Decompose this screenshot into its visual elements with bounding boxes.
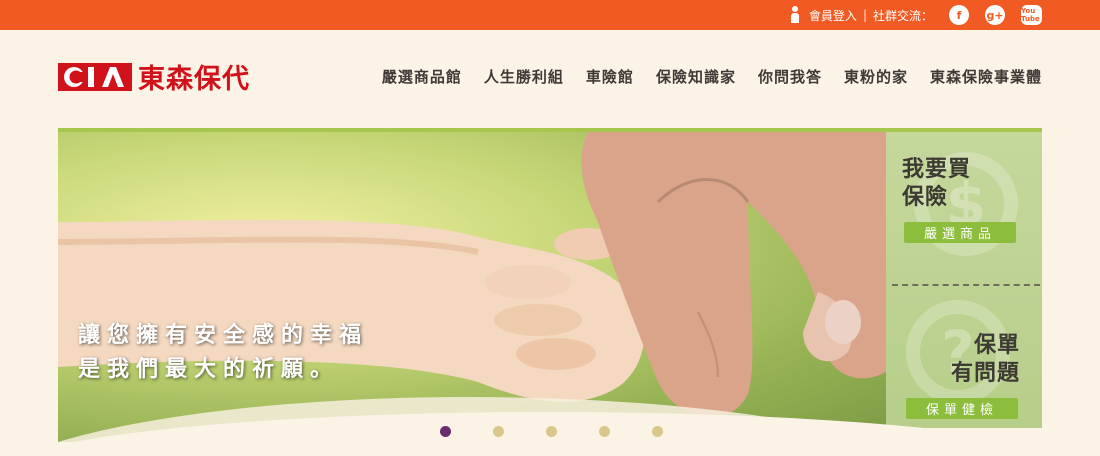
- cia-logo-mark: [58, 62, 132, 91]
- slider-dot-4[interactable]: [599, 426, 610, 437]
- top-bar: 會員登入 | 社群交流： f g+ You Tube: [0, 0, 1100, 30]
- social-label: 社群交流：: [872, 8, 933, 23]
- selected-products-button[interactable]: 嚴選商品: [904, 222, 1016, 243]
- hero-banner[interactable]: 讓您擁有安全感的幸福 是我們最大的祈願。: [58, 132, 886, 442]
- slider-dot-2[interactable]: [493, 426, 504, 437]
- buy-insurance-title: 我要買 保險: [902, 156, 971, 212]
- slider-dot-3[interactable]: [546, 426, 557, 437]
- youtube-icon[interactable]: You Tube: [1021, 5, 1042, 25]
- hands-illustration: [58, 132, 886, 442]
- policy-check-button[interactable]: 保單健檢: [906, 398, 1018, 419]
- nav-item-faq[interactable]: 你問我答: [758, 66, 822, 87]
- site-logo[interactable]: 東森保代: [58, 57, 250, 96]
- policy-issue-title: 保單 有問題: [951, 332, 1020, 388]
- policy-issue-card[interactable]: ? 保單 有問題 保單健檢: [886, 280, 1042, 428]
- separator: |: [862, 8, 867, 22]
- facebook-icon[interactable]: f: [949, 5, 969, 25]
- nav-item-business-group[interactable]: 東森保險事業體: [930, 66, 1042, 87]
- slider-dot-5[interactable]: [652, 426, 663, 437]
- brand-name: 東森保代: [138, 64, 250, 95]
- buy-title-line-1: 我要買: [902, 157, 972, 182]
- top-bar-links: 會員登入 | 社群交流： f g+ You Tube: [789, 0, 1042, 30]
- nav-item-selected-products[interactable]: 嚴選商品館: [382, 66, 462, 87]
- person-icon: [789, 6, 801, 24]
- banner-slogan: 讓您擁有安全感的幸福 是我們最大的祈願。: [78, 318, 368, 386]
- main-nav: 嚴選商品館 人生勝利組 車險館 保險知識家 你問我答 東粉的家 東森保險事業體: [382, 66, 1042, 87]
- google-plus-icon[interactable]: g+: [985, 5, 1005, 25]
- nav-item-life-winners[interactable]: 人生勝利組: [484, 66, 564, 87]
- member-login-link[interactable]: 會員登入: [809, 7, 857, 24]
- policy-title-line-2: 有問題: [950, 361, 1020, 386]
- buy-insurance-card[interactable]: $ 我要買 保險 嚴選商品: [886, 132, 1042, 280]
- nav-item-insurance-knowledge[interactable]: 保險知識家: [656, 66, 736, 87]
- policy-title-line-1: 保單: [973, 333, 1020, 358]
- slider-dot-1[interactable]: [440, 426, 451, 437]
- slider-dots: [440, 426, 663, 437]
- nav-item-fans-home[interactable]: 東粉的家: [844, 66, 908, 87]
- slogan-line-2: 是我們最大的祈願。: [78, 356, 340, 382]
- slogan-line-1: 讓您擁有安全感的幸福: [78, 322, 369, 348]
- nav-item-car-insurance[interactable]: 車險館: [586, 66, 634, 87]
- side-panel: $ 我要買 保險 嚴選商品 ? 保單 有問題 保單健檢: [886, 132, 1042, 428]
- buy-title-line-2: 保險: [902, 185, 949, 210]
